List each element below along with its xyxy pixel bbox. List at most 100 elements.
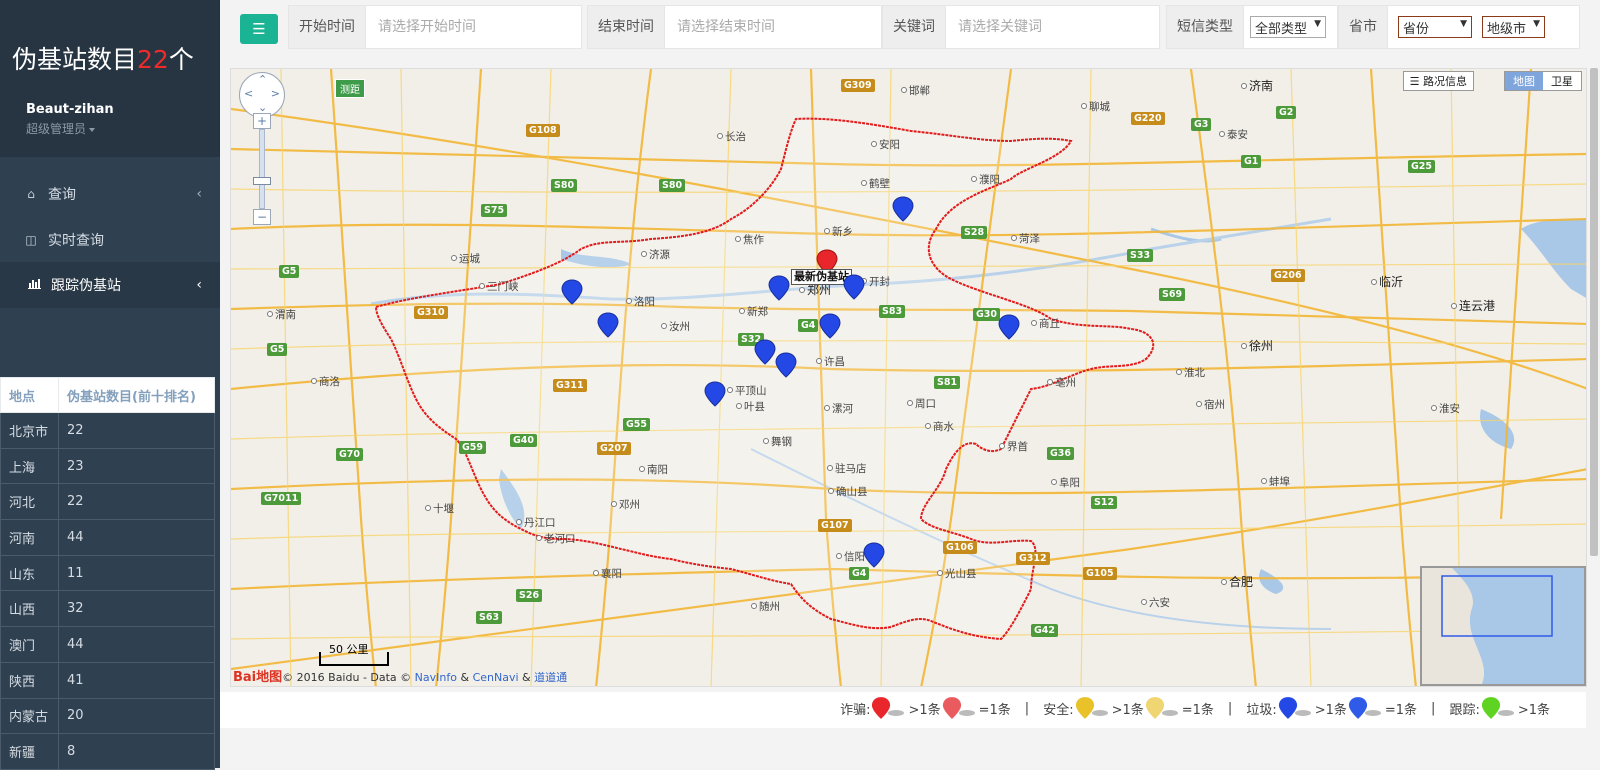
dropdown-arrow-icon: ▼ (1460, 19, 1467, 29)
city-label: 三门峡 (479, 279, 519, 294)
nav-item-realtime-query[interactable]: ◫ 实时查询 (0, 217, 220, 263)
table-row: 山西 32 (0, 590, 215, 628)
sms-type-select[interactable]: 全部类型 ▼ (1250, 16, 1327, 38)
keyword-input[interactable] (946, 6, 1156, 48)
spam-marker[interactable] (843, 274, 865, 300)
road-shield: G4 (849, 567, 870, 580)
baidu-logo-icon: Bai (233, 670, 257, 685)
city-label: 徐州 (1241, 337, 1273, 354)
zoom-slider[interactable] (259, 129, 265, 209)
map-pin-icon (704, 381, 726, 407)
city-label: 合肥 (1221, 573, 1253, 590)
spam-marker[interactable] (704, 381, 726, 407)
sidebar: 伪基站数目22个 Beaut-zihan 超级管理员 ⌂ 查询 ‹ ◫ 实时查询… (0, 0, 220, 770)
city-label: 淮北 (1176, 365, 1205, 380)
spam-marker[interactable] (892, 196, 914, 222)
road-shield: G36 (1047, 447, 1075, 460)
location-cell: 河南 (0, 519, 59, 556)
count-cell: 23 (58, 447, 215, 485)
city-label: 新乡 (824, 224, 853, 239)
map-type-switch: 地图 卫星 (1504, 71, 1582, 91)
spam-marker[interactable] (998, 314, 1020, 340)
city-label: 平顶山 (727, 383, 767, 398)
road-shield: G311 (553, 379, 587, 392)
city-label: 新郑 (739, 304, 768, 319)
road-shield: S80 (659, 179, 686, 192)
keyword-group: 关键词 (882, 5, 1160, 49)
table-row: 内蒙古 20 (0, 697, 215, 735)
city-label: 叶县 (736, 399, 765, 414)
count-cell: 22 (58, 412, 215, 449)
road-shield: G42 (1031, 624, 1059, 637)
map-type-satellite-button[interactable]: 卫星 (1543, 72, 1581, 90)
map-pin-icon (819, 313, 841, 339)
fraud-single-pin-icon (942, 697, 961, 719)
map-type-map-button[interactable]: 地图 (1505, 72, 1543, 90)
legend-track-label: 跟踪: (1449, 702, 1480, 718)
road-shield: G7011 (261, 492, 302, 505)
map-canvas[interactable]: 郑州 洛阳 开封 新郑 许昌 平顶山 漯河 周口 商丘 驻马店 信阳 南阳 三门… (230, 68, 1587, 687)
security-multi-pin-icon (1075, 697, 1094, 719)
legend-spam-label: 垃圾: (1246, 702, 1277, 718)
city-label: 舞钢 (763, 434, 792, 449)
spam-marker[interactable] (863, 542, 885, 568)
nav-item-track-station[interactable]: 跟踪伪基站 ‹ (0, 262, 220, 308)
fraud-multi-pin-icon (872, 697, 891, 719)
zoom-out-button[interactable]: − (253, 209, 271, 225)
city-select[interactable]: 地级市 ▼ (1482, 16, 1546, 38)
location-cell: 山东 (0, 554, 59, 592)
nav-item-query[interactable]: ⌂ 查询 ‹ (0, 171, 220, 217)
spam-marker[interactable] (561, 279, 583, 305)
ranging-button[interactable]: 测距 (335, 79, 365, 98)
pan-control[interactable]: ⌃ < > ⌄ (239, 72, 285, 118)
zoom-slider-handle[interactable] (253, 177, 271, 185)
map-copyright: Bai地图© 2016 Baidu - Data © NavInfo & Cen… (233, 670, 568, 685)
city-label: 老河口 (536, 531, 576, 546)
city-label: 运城 (451, 251, 480, 266)
menu-toggle-button[interactable]: ☰ (240, 14, 278, 44)
road-shield: S75 (481, 204, 508, 217)
city-label: 连云港 (1451, 297, 1495, 314)
count-cell: 11 (58, 554, 215, 592)
city-label: 菏泽 (1011, 231, 1040, 246)
zoom-in-button[interactable]: + (253, 113, 271, 129)
location-cell: 陕西 (0, 661, 59, 699)
traffic-info-button[interactable]: ☰ 路况信息 (1402, 71, 1474, 91)
road-shield: G105 (1083, 567, 1117, 580)
road-shield: S80 (551, 179, 578, 192)
city-label: 商洛 (311, 374, 340, 389)
pan-left-icon: < (244, 87, 254, 100)
legend-security-eq1: =1条 (1181, 702, 1214, 718)
spam-marker[interactable] (775, 352, 797, 378)
start-time-label: 开始时间 (289, 6, 366, 48)
road-shield: G312 (1016, 552, 1050, 565)
province-select[interactable]: 省份 ▼ (1398, 16, 1472, 38)
start-time-input[interactable] (366, 6, 576, 48)
table-row: 陕西 41 (0, 661, 215, 699)
traffic-icon: ☰ (1409, 75, 1423, 88)
road-shield: G206 (1271, 269, 1305, 282)
end-time-input[interactable] (665, 6, 875, 48)
spam-marker[interactable] (768, 275, 790, 301)
road-shield: G25 (1408, 160, 1436, 173)
spam-marker[interactable] (597, 312, 619, 338)
spam-marker[interactable] (819, 313, 841, 339)
spam-single-pin-icon (1348, 697, 1367, 719)
road-shield: S83 (879, 305, 906, 318)
road-shield: S63 (476, 611, 503, 624)
table-row: 河南 44 (0, 519, 215, 556)
user-role-dropdown[interactable]: 超级管理员 (26, 120, 96, 137)
city-label: 蚌埠 (1261, 474, 1290, 489)
chevron-left-icon: ‹ (196, 186, 202, 202)
map-legend: 诈骗: >1条 =1条 | 安全: >1条 =1条 | 垃圾: >1条 =1条 … (220, 692, 1586, 728)
road-shield: S81 (934, 376, 961, 389)
sms-type-label: 短信类型 (1167, 6, 1244, 48)
city-label: 漯河 (824, 401, 853, 416)
road-shield: G207 (597, 442, 631, 455)
spam-marker[interactable] (754, 339, 776, 365)
legend-row: 诈骗: >1条 =1条 | 安全: >1条 =1条 | 垃圾: >1条 =1条 … (840, 696, 1550, 720)
column-header-location: 地点 (0, 377, 59, 413)
overview-map[interactable] (1420, 566, 1586, 686)
map-scrollbar[interactable] (1590, 68, 1598, 556)
road-shield: G310 (414, 306, 448, 319)
